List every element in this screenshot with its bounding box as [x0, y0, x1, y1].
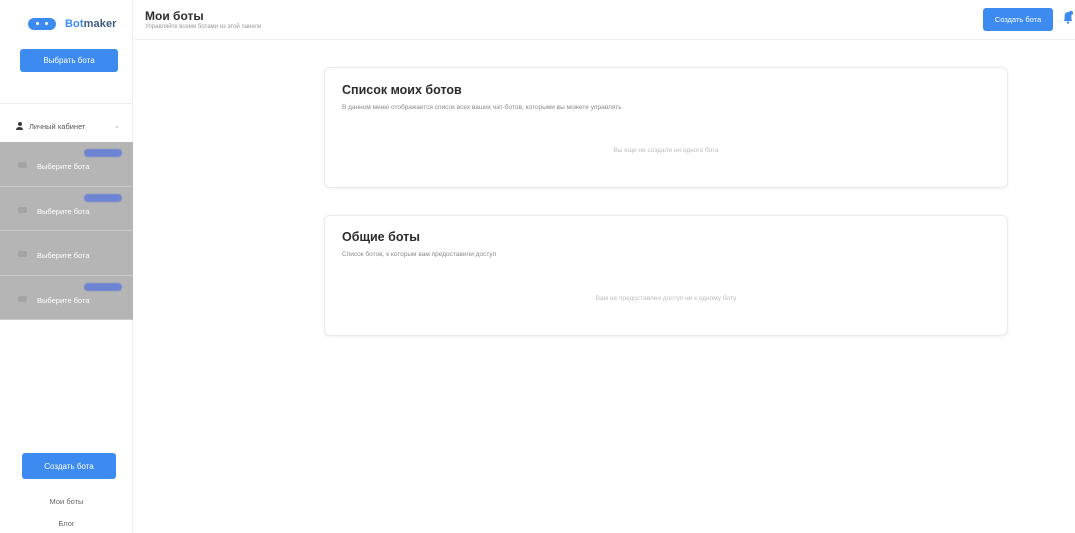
bot-tag-badge: [84, 149, 122, 157]
sidebar-divider: [0, 103, 133, 104]
personal-cabinet-menu[interactable]: Личный кабинет ⌄: [16, 118, 126, 134]
chevron-down-icon: ⌄: [114, 123, 120, 130]
shared-bots-card-title: Общие боты: [342, 230, 420, 244]
bot-logo-icon: [28, 18, 56, 30]
bot-list: Выберите бота Выберите бота Выберите бот…: [0, 142, 133, 320]
nav-blog-link[interactable]: Блог: [0, 519, 133, 528]
bot-icon: [18, 251, 27, 257]
sidebar: Botmaker Выбрать бота Личный кабинет ⌄ В…: [0, 0, 133, 533]
shared-bots-card: Общие боты Список ботов, к которым вам п…: [324, 215, 1008, 336]
bot-item-label: Выберите бота: [37, 206, 90, 216]
bot-item-label: Выберите бота: [37, 295, 90, 305]
bot-list-item[interactable]: Выберите бота: [0, 187, 133, 231]
logo-text: Botmaker: [65, 18, 117, 30]
app-root: Botmaker Выбрать бота Личный кабинет ⌄ В…: [0, 0, 1075, 533]
bell-icon[interactable]: [1063, 10, 1073, 26]
create-bot-button-header[interactable]: Создать бота: [983, 8, 1053, 31]
bot-icon: [18, 295, 27, 302]
shared-bots-card-description: Список ботов, к которым вам предоставили…: [342, 251, 497, 258]
my-bots-empty-text: Вы еще не создали ни одного бота: [613, 147, 719, 154]
shared-bots-empty-text: Вам не предоставлен доступ ни к одному б…: [595, 295, 737, 302]
bot-list-item[interactable]: Выберите бота: [0, 231, 133, 276]
header: Мои боты Управляйте всеми ботами из этой…: [134, 0, 1075, 40]
bot-list-item[interactable]: Выберите бота: [0, 142, 133, 187]
personal-cabinet-label: Личный кабинет: [29, 121, 86, 131]
bot-list-item[interactable]: Выберите бота: [0, 276, 133, 320]
bot-icon: [18, 206, 27, 213]
bot-item-label: Выберите бота: [37, 162, 90, 171]
my-bots-card-description: В данном меню отображается список всех в…: [342, 104, 622, 111]
my-bots-card: Список моих ботов В данном меню отобража…: [324, 67, 1008, 188]
bot-tag-badge: [84, 282, 122, 291]
create-bot-button-sidebar[interactable]: Создать бота: [22, 453, 116, 479]
user-icon: [16, 122, 23, 130]
select-bot-button[interactable]: Выбрать бота: [20, 49, 118, 72]
logo[interactable]: Botmaker: [28, 14, 117, 34]
page-subtitle: Управляйте всеми ботами из этой панели: [145, 24, 262, 30]
bot-tag-badge: [84, 193, 122, 202]
bot-icon: [18, 162, 27, 168]
nav-my-bots-link[interactable]: Мои боты: [0, 497, 133, 506]
page-title: Мои боты: [145, 9, 204, 23]
bot-item-label: Выберите бота: [37, 251, 90, 260]
my-bots-card-title: Список моих ботов: [342, 83, 462, 97]
